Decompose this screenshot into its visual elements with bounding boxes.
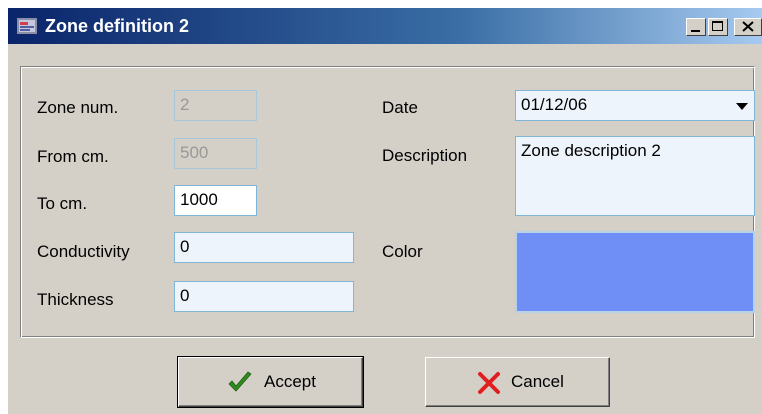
x-mark-icon bbox=[478, 372, 500, 394]
checkmark-icon bbox=[228, 371, 252, 392]
accept-label: Accept bbox=[264, 372, 316, 391]
date-label: Date bbox=[382, 98, 418, 117]
from-cm-field: 500 bbox=[174, 138, 257, 169]
zone-num-field: 2 bbox=[174, 90, 257, 121]
cancel-button[interactable]: Cancel bbox=[425, 357, 610, 407]
app-icon bbox=[17, 18, 37, 34]
zone-definition-dialog: Zone definition 2 Zone num. 2 From cm. 5… bbox=[8, 8, 762, 414]
date-value: 01/12/06 bbox=[521, 95, 588, 114]
thickness-label: Thickness bbox=[37, 290, 114, 309]
description-label: Description bbox=[382, 146, 468, 165]
to-cm-label: To cm. bbox=[37, 194, 88, 213]
thickness-field[interactable]: 0 bbox=[174, 281, 354, 312]
title-bar[interactable]: Zone definition 2 bbox=[8, 8, 762, 44]
color-swatch[interactable] bbox=[515, 231, 755, 313]
description-textarea[interactable]: Zone description 2 bbox=[515, 136, 755, 216]
date-dropdown[interactable]: 01/12/06 bbox=[515, 90, 755, 121]
to-cm-field[interactable]: 1000 bbox=[174, 185, 257, 216]
close-button[interactable] bbox=[734, 18, 762, 36]
conductivity-label: Conductivity bbox=[37, 242, 130, 261]
close-icon bbox=[742, 21, 754, 32]
window-title: Zone definition 2 bbox=[45, 16, 189, 36]
maximize-icon bbox=[712, 21, 723, 31]
minimize-button[interactable] bbox=[686, 18, 706, 36]
from-cm-label: From cm. bbox=[37, 147, 109, 166]
dropdown-arrow-icon[interactable] bbox=[736, 103, 748, 110]
cancel-label: Cancel bbox=[511, 372, 564, 391]
color-label: Color bbox=[382, 242, 423, 261]
maximize-button[interactable] bbox=[708, 18, 728, 36]
conductivity-field[interactable]: 0 bbox=[174, 232, 354, 263]
minimize-icon bbox=[691, 30, 700, 32]
zone-num-label: Zone num. bbox=[37, 98, 119, 117]
accept-button[interactable]: Accept bbox=[177, 356, 364, 408]
